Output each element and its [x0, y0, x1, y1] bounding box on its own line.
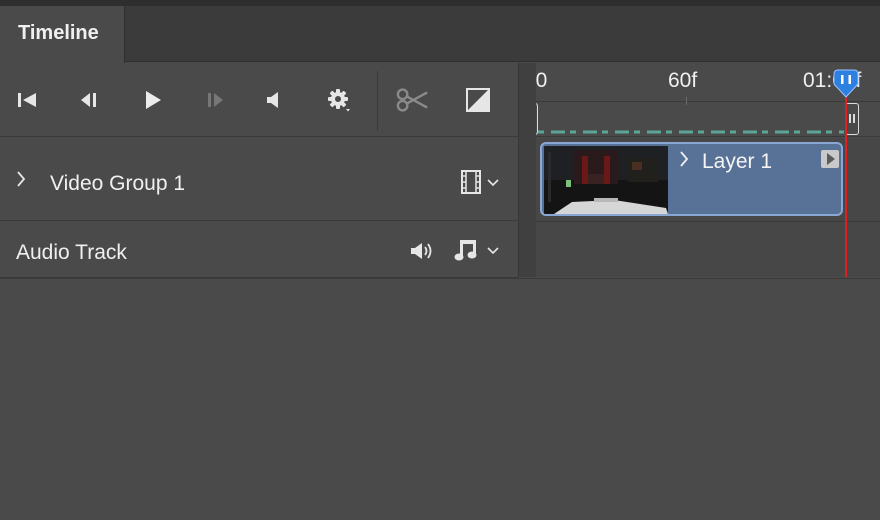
tab-timeline-label: Timeline	[18, 22, 99, 44]
split-at-playhead-button[interactable]	[396, 85, 430, 115]
panel-tab-bar: Timeline	[0, 6, 880, 63]
time-ruler[interactable]: 00 60f 01:00f	[536, 63, 880, 137]
empty-panel-area	[0, 278, 880, 520]
tab-timeline[interactable]: Timeline	[0, 6, 125, 63]
film-strip-icon[interactable]	[460, 170, 484, 194]
video-clip[interactable]: Layer 1	[540, 142, 843, 216]
chevron-down-icon[interactable]	[486, 246, 500, 256]
chevron-right-icon[interactable]	[678, 150, 690, 168]
next-frame-button[interactable]	[198, 85, 232, 115]
controls-separator	[377, 71, 378, 131]
clip-options-icon[interactable]	[820, 149, 840, 169]
panel-splitter[interactable]	[518, 63, 536, 277]
clip-label: Layer 1	[702, 150, 773, 173]
track-header-panel: Video Group 1 Audio Track	[0, 63, 518, 278]
audio-track-row[interactable]: Audio Track	[0, 222, 518, 278]
ruler-tick-label: 00	[536, 69, 548, 92]
clip-thumbnail	[544, 146, 668, 214]
ruler-baseline	[536, 101, 880, 102]
playback-controls	[0, 63, 518, 137]
music-note-icon[interactable]	[454, 237, 482, 263]
go-to-first-frame-icon	[18, 93, 36, 107]
audio-track-label: Audio Track	[16, 241, 127, 264]
work-area-bar	[538, 130, 844, 134]
play-button[interactable]	[136, 85, 170, 115]
ruler-tick-label: 60f	[668, 69, 698, 92]
timeline-area: 00 60f 01:00f	[536, 63, 880, 277]
work-area-start-handle[interactable]	[536, 103, 538, 135]
mute-audio-icon	[267, 92, 278, 108]
mute-audio-button[interactable]	[257, 85, 291, 115]
settings-button[interactable]	[322, 85, 356, 115]
playhead-icon[interactable]	[832, 69, 860, 99]
previous-frame-button[interactable]	[72, 85, 106, 115]
transition-icon	[466, 88, 490, 112]
previous-frame-icon	[81, 93, 96, 107]
next-frame-icon	[208, 93, 223, 107]
go-to-first-frame-button[interactable]	[11, 85, 45, 115]
video-group-row[interactable]: Video Group 1	[0, 138, 518, 221]
chevron-right-icon[interactable]	[15, 169, 27, 189]
work-area-end-handle[interactable]	[845, 103, 859, 135]
transition-button[interactable]	[461, 85, 495, 115]
ruler-tick	[686, 97, 687, 105]
video-group-label: Video Group 1	[50, 172, 186, 195]
play-icon	[146, 91, 161, 109]
chevron-down-icon[interactable]	[486, 178, 500, 188]
split-at-playhead-scissors-icon	[396, 88, 428, 112]
playhead-line	[845, 93, 847, 277]
speaker-icon[interactable]	[409, 239, 437, 263]
settings-gear-icon	[328, 89, 350, 112]
track-separator	[536, 221, 880, 222]
